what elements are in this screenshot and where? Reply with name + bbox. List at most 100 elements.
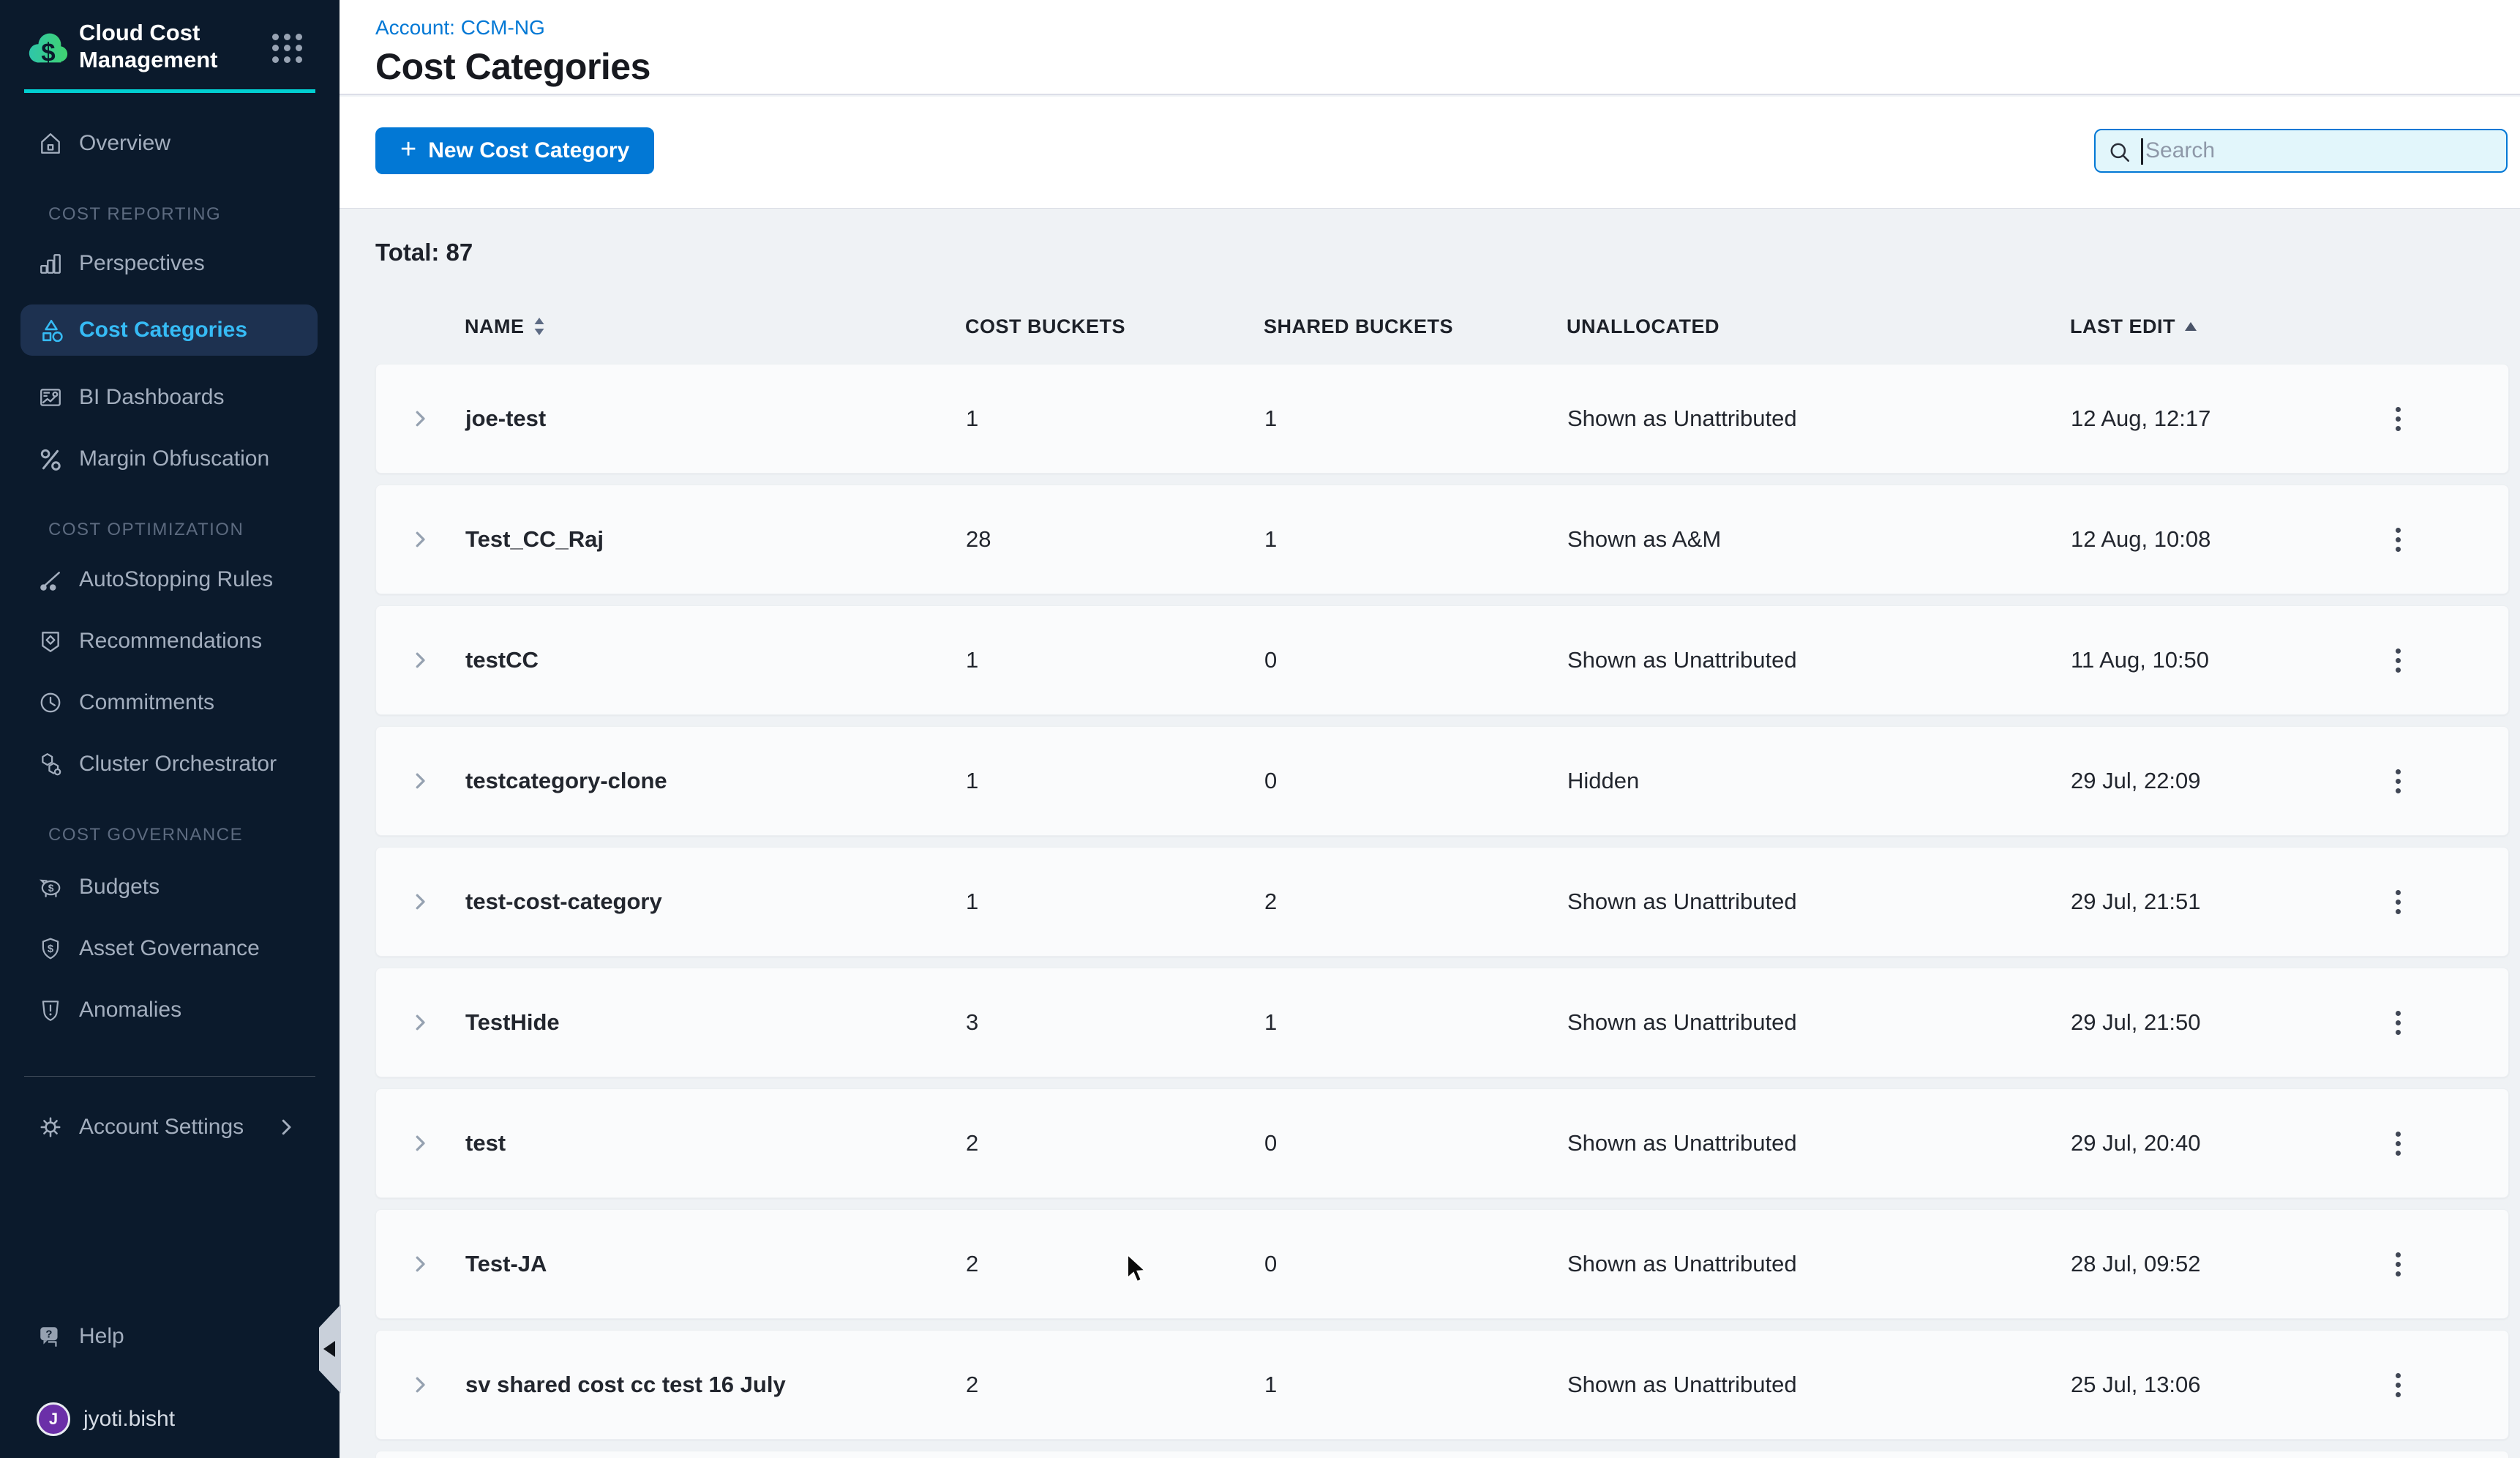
- sidebar-item-overview[interactable]: Overview: [0, 123, 340, 164]
- expand-chevron-icon[interactable]: [405, 1129, 435, 1158]
- sidebar-item-bi-dashboards[interactable]: BI Dashboards: [0, 377, 340, 418]
- expand-chevron-icon[interactable]: [405, 525, 435, 554]
- category-name: Test_CC_Raj: [446, 526, 966, 553]
- table-row[interactable]: joe-test 1 1 Shown as Unattributed 12 Au…: [375, 364, 2509, 474]
- column-header-cost-buckets[interactable]: COST BUCKETS: [965, 315, 1264, 338]
- unallocated-value: Hidden: [1567, 768, 2071, 794]
- collapse-left-icon: [323, 1341, 335, 1357]
- expand-chevron-icon[interactable]: [405, 887, 435, 916]
- expand-chevron-icon[interactable]: [405, 766, 435, 796]
- app-title: Cloud Cost Management: [79, 19, 247, 73]
- sidebar-item-budgets[interactable]: $ Budgets: [0, 867, 340, 908]
- row-menu-kebab-icon[interactable]: [2378, 1124, 2418, 1163]
- sidebar-item-perspectives[interactable]: Perspectives: [0, 243, 340, 284]
- new-cost-category-button[interactable]: + New Cost Category: [375, 127, 654, 174]
- unallocated-value: Shown as Unattributed: [1567, 1372, 2071, 1398]
- autostopping-icon: [37, 566, 64, 594]
- column-header-unallocated[interactable]: UNALLOCATED: [1567, 315, 2070, 338]
- shared-buckets-value: 0: [1264, 1130, 1567, 1156]
- row-menu-kebab-icon[interactable]: [2378, 399, 2418, 438]
- table-row[interactable]: Test_CC_Raj 28 1 Shown as A&M 12 Aug, 10…: [375, 485, 2509, 594]
- row-menu-kebab-icon[interactable]: [2378, 640, 2418, 680]
- unallocated-value: Shown as Unattributed: [1567, 1251, 2071, 1277]
- unallocated-value: Shown as Unattributed: [1567, 405, 2071, 432]
- category-name: TestHide: [446, 1009, 966, 1036]
- last-edit-value: 29 Jul, 21:50: [2071, 1009, 2349, 1036]
- sidebar-item-label: BI Dashboards: [79, 385, 224, 410]
- expand-chevron-icon[interactable]: [405, 1008, 435, 1037]
- shared-buckets-value: 1: [1264, 1009, 1567, 1036]
- svg-text:$: $: [48, 882, 54, 894]
- column-header-last-edit[interactable]: LAST EDIT: [2070, 315, 2348, 338]
- sidebar-item-margin-obfuscation[interactable]: Margin Obfuscation: [0, 438, 340, 479]
- toolbar: + New Cost Category: [340, 97, 2520, 209]
- table-row[interactable]: TestHide 3 1 Shown as Unattributed 29 Ju…: [375, 968, 2509, 1077]
- sidebar-nav: Overview COST REPORTING Perspectives Cos…: [0, 97, 340, 1148]
- sidebar-item-anomalies[interactable]: Anomalies: [0, 990, 340, 1031]
- last-edit-value: 29 Jul, 21:51: [2071, 889, 2349, 915]
- table-row[interactable]: test-cost-category 1 2 Shown as Unattrib…: [375, 847, 2509, 957]
- avatar: J: [37, 1402, 70, 1436]
- category-name: Test-JA: [446, 1251, 966, 1277]
- breadcrumb-account-link[interactable]: Account: CCM-NG: [375, 16, 545, 40]
- sidebar-item-cluster-orchestrator[interactable]: Cluster Orchestrator: [0, 744, 340, 785]
- sidebar-item-asset-governance[interactable]: $ Asset Governance: [0, 928, 340, 969]
- table-row[interactable]: test 2 0 Shown as Unattributed 29 Jul, 2…: [375, 1088, 2509, 1198]
- unallocated-value: Shown as Unattributed: [1567, 1130, 2071, 1156]
- category-name: testcategory-clone: [446, 768, 966, 794]
- column-header-shared-buckets[interactable]: SHARED BUCKETS: [1264, 315, 1567, 338]
- shared-buckets-value: 1: [1264, 405, 1567, 432]
- page-header: Account: CCM-NG Cost Categories: [340, 0, 2520, 95]
- sidebar-item-cost-categories[interactable]: Cost Categories: [20, 304, 318, 356]
- sidebar-item-help[interactable]: ? Help: [0, 1316, 340, 1357]
- user-name: jyoti.bisht: [83, 1407, 175, 1432]
- shared-buckets-value: 1: [1264, 526, 1567, 553]
- row-menu-kebab-icon[interactable]: [2378, 882, 2418, 921]
- row-menu-kebab-icon[interactable]: [2378, 1365, 2418, 1405]
- row-menu-kebab-icon[interactable]: [2378, 1244, 2418, 1284]
- last-edit-value: 12 Aug, 10:08: [2071, 526, 2349, 553]
- clock-icon: [37, 689, 64, 717]
- shared-buckets-value: 1: [1264, 1372, 1567, 1398]
- cost-buckets-value: 1: [966, 889, 1264, 915]
- expand-chevron-icon[interactable]: [405, 1249, 435, 1279]
- cost-buckets-value: 28: [966, 526, 1264, 553]
- table-row-partial[interactable]: [375, 1451, 2509, 1458]
- expand-chevron-icon[interactable]: [405, 1370, 435, 1399]
- piggy-bank-icon: $: [37, 873, 64, 901]
- row-menu-kebab-icon[interactable]: [2378, 761, 2418, 801]
- sidebar-item-autostopping-rules[interactable]: AutoStopping Rules: [0, 559, 340, 600]
- cost-buckets-value: 2: [966, 1372, 1264, 1398]
- shared-buckets-value: 0: [1264, 768, 1567, 794]
- sidebar-item-label: Account Settings: [79, 1115, 244, 1140]
- table-body: joe-test 1 1 Shown as Unattributed 12 Au…: [375, 364, 2509, 1458]
- shapes-icon: [37, 316, 64, 344]
- sidebar-item-recommendations[interactable]: Recommendations: [0, 621, 340, 662]
- svg-text:$: $: [48, 943, 54, 955]
- search-input[interactable]: [2145, 130, 2497, 171]
- table-row[interactable]: testCC 1 0 Shown as Unattributed 11 Aug,…: [375, 605, 2509, 715]
- expand-chevron-icon[interactable]: [405, 646, 435, 675]
- app-switcher-grid-icon[interactable]: [272, 34, 303, 63]
- nav-group-cost-optimization: COST OPTIMIZATION: [0, 519, 340, 541]
- page-title: Cost Categories: [375, 45, 650, 88]
- sidebar-item-commitments[interactable]: Commitments: [0, 682, 340, 723]
- table-row[interactable]: Test-JA 2 0 Shown as Unattributed 28 Jul…: [375, 1209, 2509, 1319]
- last-edit-value: 28 Jul, 09:52: [2071, 1251, 2349, 1277]
- sort-asc-icon: [2184, 321, 2197, 332]
- table-header-row: NAME COST BUCKETS SHARED BUCKETS UNALLOC…: [375, 304, 2509, 348]
- shared-buckets-value: 0: [1264, 1251, 1567, 1277]
- table-row[interactable]: testcategory-clone 1 0 Hidden 29 Jul, 22…: [375, 726, 2509, 836]
- table-row[interactable]: sv shared cost cc test 16 July 2 1 Shown…: [375, 1330, 2509, 1440]
- category-name: sv shared cost cc test 16 July: [446, 1372, 966, 1398]
- home-icon: [37, 130, 64, 157]
- expand-chevron-icon[interactable]: [405, 404, 435, 433]
- user-profile[interactable]: J jyoti.bisht: [0, 1399, 340, 1440]
- column-header-name[interactable]: NAME: [446, 315, 965, 338]
- row-menu-kebab-icon[interactable]: [2378, 520, 2418, 559]
- row-menu-kebab-icon[interactable]: [2378, 1003, 2418, 1042]
- last-edit-value: 12 Aug, 12:17: [2071, 405, 2349, 432]
- sort-both-icon: [533, 317, 545, 336]
- sidebar-item-account-settings[interactable]: Account Settings: [0, 1107, 340, 1148]
- cost-buckets-value: 1: [966, 405, 1264, 432]
